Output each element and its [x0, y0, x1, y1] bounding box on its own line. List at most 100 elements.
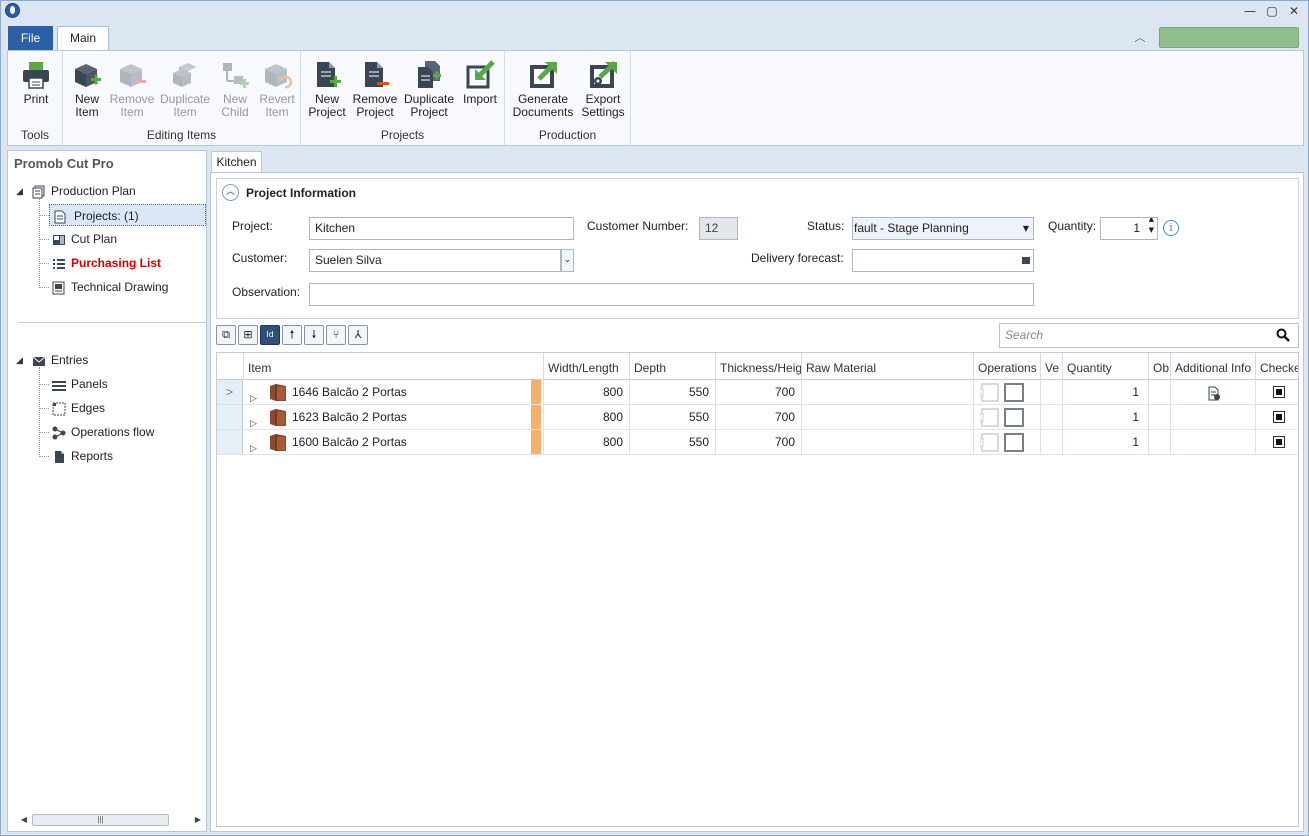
new-project-button[interactable]: New Project: [306, 55, 348, 123]
width-cell[interactable]: 800: [544, 380, 630, 404]
move-up-icon[interactable]: 🠕: [282, 325, 302, 345]
project-field[interactable]: Kitchen: [309, 217, 574, 240]
width-cell[interactable]: 800: [544, 405, 630, 429]
expand-all-icon[interactable]: ⊞: [238, 325, 258, 345]
additional-info-cell[interactable]: [1171, 430, 1256, 454]
split-icon[interactable]: ⅄: [348, 325, 368, 345]
collapse-all-icon[interactable]: ⧉: [216, 325, 236, 345]
checked-cell[interactable]: [1256, 405, 1298, 429]
column-header-ob[interactable]: Ob: [1149, 353, 1171, 380]
id-toggle-icon[interactable]: Id: [260, 325, 280, 345]
export-settings-button[interactable]: Export Settings: [578, 55, 628, 123]
item-cell[interactable]: ▷ 1646 Balcão 2 Portas: [244, 380, 544, 404]
column-header-ve[interactable]: Ve: [1041, 353, 1063, 380]
stepper-down-icon[interactable]: ▼: [1149, 226, 1154, 235]
table-row[interactable]: ▷ 1623 Balcão 2 Portas 800 550 700 1: [217, 405, 1298, 430]
collapse-section-icon[interactable]: ︿: [222, 184, 239, 201]
ob-cell[interactable]: [1149, 380, 1171, 404]
column-header-checked[interactable]: Checke: [1256, 353, 1298, 380]
calendar-icon[interactable]: [1022, 257, 1030, 264]
checked-cell[interactable]: [1256, 380, 1298, 404]
table-row[interactable]: ▷ 1600 Balcão 2 Portas 800 550 700 1: [217, 430, 1298, 455]
move-down-icon[interactable]: 🠗: [304, 325, 324, 345]
thickness-cell[interactable]: 700: [716, 430, 802, 454]
item-cell[interactable]: ▷ 1600 Balcão 2 Portas: [244, 430, 544, 454]
depth-cell[interactable]: 550: [630, 380, 716, 404]
additional-info-cell[interactable]: [1171, 380, 1256, 404]
observation-field[interactable]: [309, 283, 1034, 306]
operations-cell[interactable]: [974, 405, 1041, 429]
quantity-stepper[interactable]: 1 ▲ ▼: [1100, 217, 1158, 240]
collapse-ribbon-icon[interactable]: ︿: [1133, 29, 1147, 44]
delivery-forecast-field[interactable]: [852, 249, 1034, 272]
quantity-cell[interactable]: 1: [1063, 405, 1149, 429]
search-input[interactable]: Search: [1005, 328, 1043, 342]
scroll-left-icon[interactable]: ◀: [18, 812, 30, 828]
thickness-cell[interactable]: 700: [716, 380, 802, 404]
checkbox-icon[interactable]: [1273, 411, 1285, 423]
expand-row-icon[interactable]: ▷: [250, 437, 257, 454]
column-header-depth[interactable]: Depth: [630, 353, 716, 380]
item-cell[interactable]: ▷ 1623 Balcão 2 Portas: [244, 405, 544, 429]
new-item-button[interactable]: New Item: [67, 55, 107, 123]
remove-project-button[interactable]: Remove Project: [351, 55, 399, 123]
customer-field[interactable]: Suelen Silva: [309, 249, 561, 272]
checked-cell[interactable]: [1256, 430, 1298, 454]
column-header-quantity[interactable]: Quantity: [1063, 353, 1149, 380]
sidebar-horizontal-scrollbar[interactable]: ◀ ||| ▶: [18, 812, 204, 828]
customer-dropdown-icon[interactable]: ⌄: [561, 249, 574, 272]
duplicate-item-button[interactable]: Duplicate Item: [157, 55, 213, 123]
new-child-button[interactable]: New Child: [215, 55, 255, 123]
tab-kitchen[interactable]: Kitchen: [211, 151, 262, 173]
expand-row-icon[interactable]: ▷: [250, 387, 257, 404]
merge-icon[interactable]: ⑂: [326, 325, 346, 345]
info-icon[interactable]: i: [1163, 220, 1179, 236]
checkbox-icon[interactable]: [1273, 386, 1285, 398]
tree-item-projects[interactable]: Projects: (1): [49, 204, 206, 226]
operations-cell[interactable]: [974, 380, 1041, 404]
tab-file[interactable]: File: [8, 26, 53, 50]
generate-documents-button[interactable]: Generate Documents: [510, 55, 576, 123]
search-box[interactable]: Search: [999, 323, 1299, 348]
tree-collapse-icon[interactable]: ◢: [16, 187, 23, 197]
depth-cell[interactable]: 550: [630, 430, 716, 454]
operations-cell[interactable]: [974, 430, 1041, 454]
minimize-button[interactable]: —: [1241, 3, 1259, 19]
raw-material-cell[interactable]: [802, 405, 974, 429]
print-button[interactable]: Print: [14, 55, 58, 123]
maximize-button[interactable]: ▢: [1263, 3, 1281, 19]
ob-cell[interactable]: [1149, 430, 1171, 454]
quantity-cell[interactable]: 1: [1063, 430, 1149, 454]
thickness-cell[interactable]: 700: [716, 405, 802, 429]
checkbox-icon[interactable]: [1273, 436, 1285, 448]
row-selector[interactable]: >: [217, 380, 243, 404]
column-header-additional-info[interactable]: Additional Info: [1171, 353, 1256, 380]
ob-cell[interactable]: [1149, 405, 1171, 429]
raw-material-cell[interactable]: [802, 430, 974, 454]
expand-row-icon[interactable]: ▷: [250, 412, 257, 429]
scroll-thumb[interactable]: |||: [32, 814, 169, 826]
remove-item-button[interactable]: Remove Item: [109, 55, 155, 123]
column-header-raw-material[interactable]: Raw Material: [802, 353, 974, 380]
ve-cell[interactable]: [1041, 405, 1063, 429]
duplicate-project-button[interactable]: Duplicate Project: [401, 55, 457, 123]
quantity-cell[interactable]: 1: [1063, 380, 1149, 404]
document-info-icon[interactable]: [1207, 385, 1221, 401]
column-header-width[interactable]: Width/Length: [544, 353, 630, 380]
tree-collapse-icon[interactable]: ◢: [16, 356, 23, 366]
raw-material-cell[interactable]: [802, 380, 974, 404]
revert-item-button[interactable]: Revert Item: [257, 55, 297, 123]
stepper-up-icon[interactable]: ▲: [1149, 218, 1154, 224]
column-header-operations[interactable]: Operations: [974, 353, 1041, 380]
column-header-thickness[interactable]: Thickness/Heig: [716, 353, 802, 380]
ve-cell[interactable]: [1041, 430, 1063, 454]
depth-cell[interactable]: 550: [630, 405, 716, 429]
row-selector[interactable]: [217, 430, 243, 454]
search-icon[interactable]: [1276, 328, 1290, 342]
close-button[interactable]: ✕: [1285, 3, 1303, 19]
table-row[interactable]: > ▷ 1646 Balcão 2 Portas 800 550 700 1: [217, 380, 1298, 405]
row-selector[interactable]: [217, 405, 243, 429]
ve-cell[interactable]: [1041, 380, 1063, 404]
column-header-item[interactable]: Item: [244, 353, 544, 380]
additional-info-cell[interactable]: [1171, 405, 1256, 429]
